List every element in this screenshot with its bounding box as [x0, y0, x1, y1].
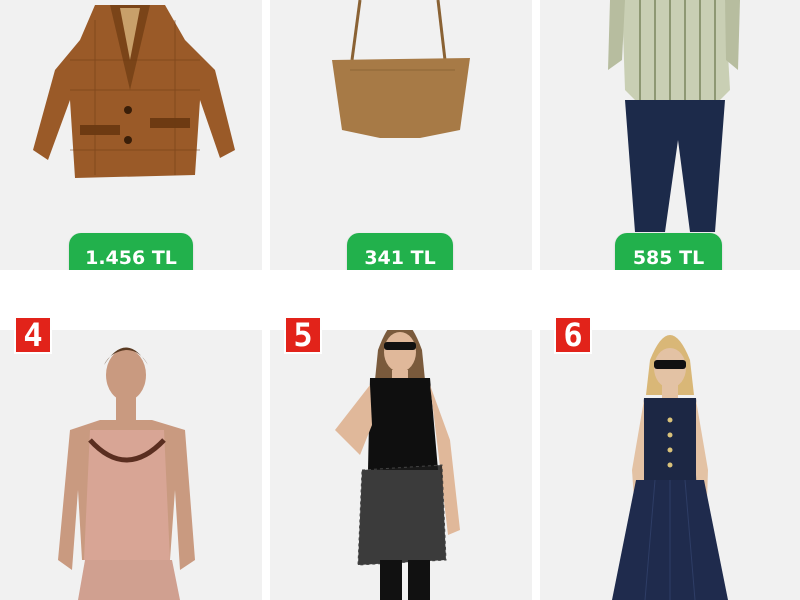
denim-set-image: [612, 335, 728, 600]
striped-shirt-image: [608, 0, 740, 232]
price-tag: 341 TL: [347, 233, 453, 270]
rank-badge-4: 4: [14, 316, 52, 354]
crop-top-image: [332, 0, 470, 138]
price-tag: 1.456 TL: [69, 233, 193, 270]
rank-badge-5: 5: [284, 316, 322, 354]
product-card-crop-top[interactable]: 341 TL: [270, 0, 532, 270]
blazer-image: [33, 5, 235, 178]
product-card-denim-set[interactable]: 6: [540, 316, 800, 600]
rank-badge-6: 6: [554, 316, 592, 354]
camisole-image: [58, 347, 195, 600]
black-tank-image: [335, 330, 460, 600]
price-tag: 585 TL: [615, 233, 722, 270]
product-card-striped-shirt[interactable]: 585 TL: [540, 0, 800, 270]
product-card-blazer[interactable]: 1.456 TL: [0, 0, 262, 270]
product-card-black-tank[interactable]: 5: [270, 316, 532, 600]
product-card-camisole[interactable]: 4: [0, 316, 262, 600]
